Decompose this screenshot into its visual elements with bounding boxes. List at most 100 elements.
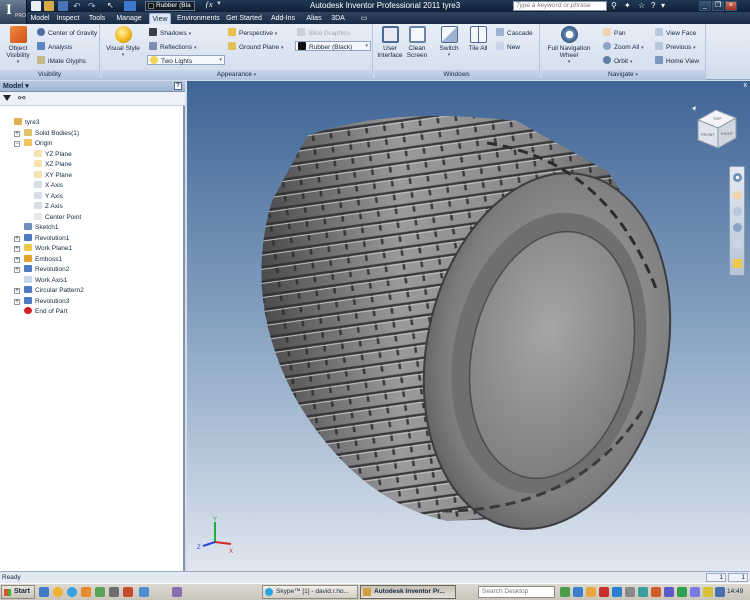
new-file-icon[interactable] [31,1,41,11]
help-icon[interactable]: ? [651,0,655,12]
navbar-settings-icon[interactable] [733,259,742,268]
tree-node-work-plane1[interactable]: + Work Plane1 [14,244,72,254]
tray-icon[interactable] [638,587,648,597]
tree-expander-icon[interactable]: + [14,288,20,294]
tree-node-end-of-part[interactable]: End of Part [24,307,68,317]
viewcube[interactable]: TOP FRONT RIGHT [690,104,744,158]
viewcube-right-label[interactable]: RIGHT [721,131,734,136]
undo-icon[interactable]: ↶ [73,1,82,11]
viewcube-front-label[interactable]: FRONT [701,132,715,137]
restore-button[interactable]: ❐ [712,1,724,11]
tray-icon[interactable] [677,587,687,597]
ribbon-minimize-icon[interactable]: ▭ [357,13,371,24]
tree-expander-icon[interactable]: + [14,130,20,137]
clean-screen-button[interactable]: Clean Screen [405,26,429,59]
graphics-viewport[interactable]: x TOP FRONT RIGHT Y X Z [187,81,750,571]
tab-3da[interactable]: 3DA [329,13,347,24]
tree-node-y-axis[interactable]: Y Axis [34,191,63,202]
close-button[interactable]: × [725,1,737,11]
quicklaunch-media-icon[interactable] [81,587,91,597]
perspective-button[interactable]: Perspective ▾ [228,28,277,38]
tree-node-z-axis[interactable]: Z Axis [34,202,63,212]
tray-icon[interactable] [664,587,674,597]
orbit-button[interactable]: Orbit ▾ [603,56,632,66]
full-navigation-wheel-button[interactable]: Full Navigation Wheel ▾ [543,26,595,66]
quicklaunch-office-icon[interactable] [123,587,133,597]
view-face-button[interactable]: View Face [655,28,696,38]
look-at-icon[interactable] [733,239,742,248]
viewcube-top-label[interactable]: TOP [713,116,721,121]
quicklaunch-ie-icon[interactable] [67,587,77,597]
minimize-button[interactable]: _ [699,1,711,11]
tile-all-button[interactable]: Tile All [466,26,490,52]
switch-button[interactable]: Switch ▾ [436,26,462,59]
navigate-panel-label[interactable]: Navigate ▾ [541,70,705,80]
save-icon[interactable] [58,1,68,11]
tray-icon[interactable] [625,587,635,597]
quicklaunch-desktop-icon[interactable] [39,587,49,597]
tree-node-x-axis[interactable]: X Axis [34,181,63,191]
tray-icon[interactable] [573,587,583,597]
start-button[interactable]: Start [1,585,35,599]
tab-model[interactable]: Model [29,13,51,24]
tree-node-yz-plane[interactable]: YZ Plane [34,149,72,160]
quicklaunch-firefox-icon[interactable] [53,587,63,597]
cascade-button[interactable]: Cascade [496,28,533,38]
tab-manage[interactable]: Manage [115,13,143,24]
tree-node-emboss1[interactable]: + Emboss1 [14,254,62,265]
tree-node-center-point[interactable]: Center Point [34,212,81,223]
tree-expander-icon[interactable]: − [14,141,20,147]
home-view-button[interactable]: Home View [655,56,699,66]
tree-expander-icon[interactable]: + [14,298,20,305]
slice-graphics-button[interactable]: Slice Graphics [297,28,350,38]
ground-plane-button[interactable]: Ground Plane ▾ [228,42,283,52]
chevron-down-icon[interactable]: ▼ [216,1,222,7]
quicklaunch-app-icon[interactable] [95,587,105,597]
select-arrow-icon[interactable]: ↖ [107,1,119,11]
desktop-search-input[interactable]: Search Desktop [478,586,555,598]
tree-expander-icon[interactable]: + [14,235,20,242]
analysis-button[interactable]: Analysis [37,42,72,52]
network-icon[interactable] [715,587,725,597]
viewcube-home-icon[interactable] [691,105,697,112]
quicklaunch-folder-icon[interactable] [172,587,182,597]
orbit-icon[interactable] [733,223,742,232]
tab-environments[interactable]: Environments [177,13,220,24]
tab-get-started[interactable]: Get Started [225,13,263,24]
redo-icon[interactable]: ↷ [88,1,97,11]
hand-icon[interactable] [733,191,742,200]
user-interface-button[interactable]: User Interface [376,26,404,59]
tree-node-revolution1[interactable]: + Revolution1 [14,233,69,244]
new-window-button[interactable]: New [496,42,520,52]
tab-tools[interactable]: Tools [87,13,107,24]
tree-node-tyre3[interactable]: tyre3 [14,118,39,128]
tree-node-revolution2[interactable]: + Revolution2 [14,265,69,275]
appearance-material-select[interactable]: Rubber (Black) ▾ [295,41,371,51]
chevron-down-icon[interactable]: ▾ [661,0,665,12]
help-search-input[interactable]: Type a keyword or phrase [513,1,607,11]
zoom-all-button[interactable]: Zoom All ▾ [603,42,644,52]
taskbar-button-inventor[interactable]: Autodesk Inventor Pr... [360,585,456,599]
tree-node-origin[interactable]: − Origin [14,139,52,149]
tree-expander-icon[interactable]: + [14,267,20,273]
binoculars-icon[interactable]: ⚲ [611,0,617,12]
tyre-model[interactable] [187,81,750,571]
filter-icon[interactable] [3,95,11,101]
tree-node-xz-plane[interactable]: XZ Plane [34,160,72,170]
center-of-gravity-button[interactable]: Center of Gravity [37,28,97,38]
shadows-button[interactable]: Shadows ▾ [149,28,191,38]
update-icon[interactable] [124,1,136,11]
tray-icon[interactable] [586,587,596,597]
browser-header[interactable]: Model ▾ ? [0,81,185,92]
taskbar-button-skype[interactable]: Skype™ [1] - david.r.ho... [262,585,358,599]
tree-node-circular-pattern2[interactable]: + Circular Pattern2 [14,286,84,296]
tray-icon[interactable] [599,587,609,597]
open-folder-icon[interactable] [44,1,54,11]
tab-alias[interactable]: Alias [303,13,325,24]
tray-icon[interactable] [560,587,570,597]
tree-node-solid-bodies-1[interactable]: + Solid Bodies(1) [14,128,79,139]
tray-icon[interactable] [612,587,622,597]
previous-view-button[interactable]: Previous ▾ [655,42,696,52]
tree-node-xy-plane[interactable]: XY Plane [34,170,72,181]
binoculars-icon[interactable]: ⚯ [18,93,26,104]
